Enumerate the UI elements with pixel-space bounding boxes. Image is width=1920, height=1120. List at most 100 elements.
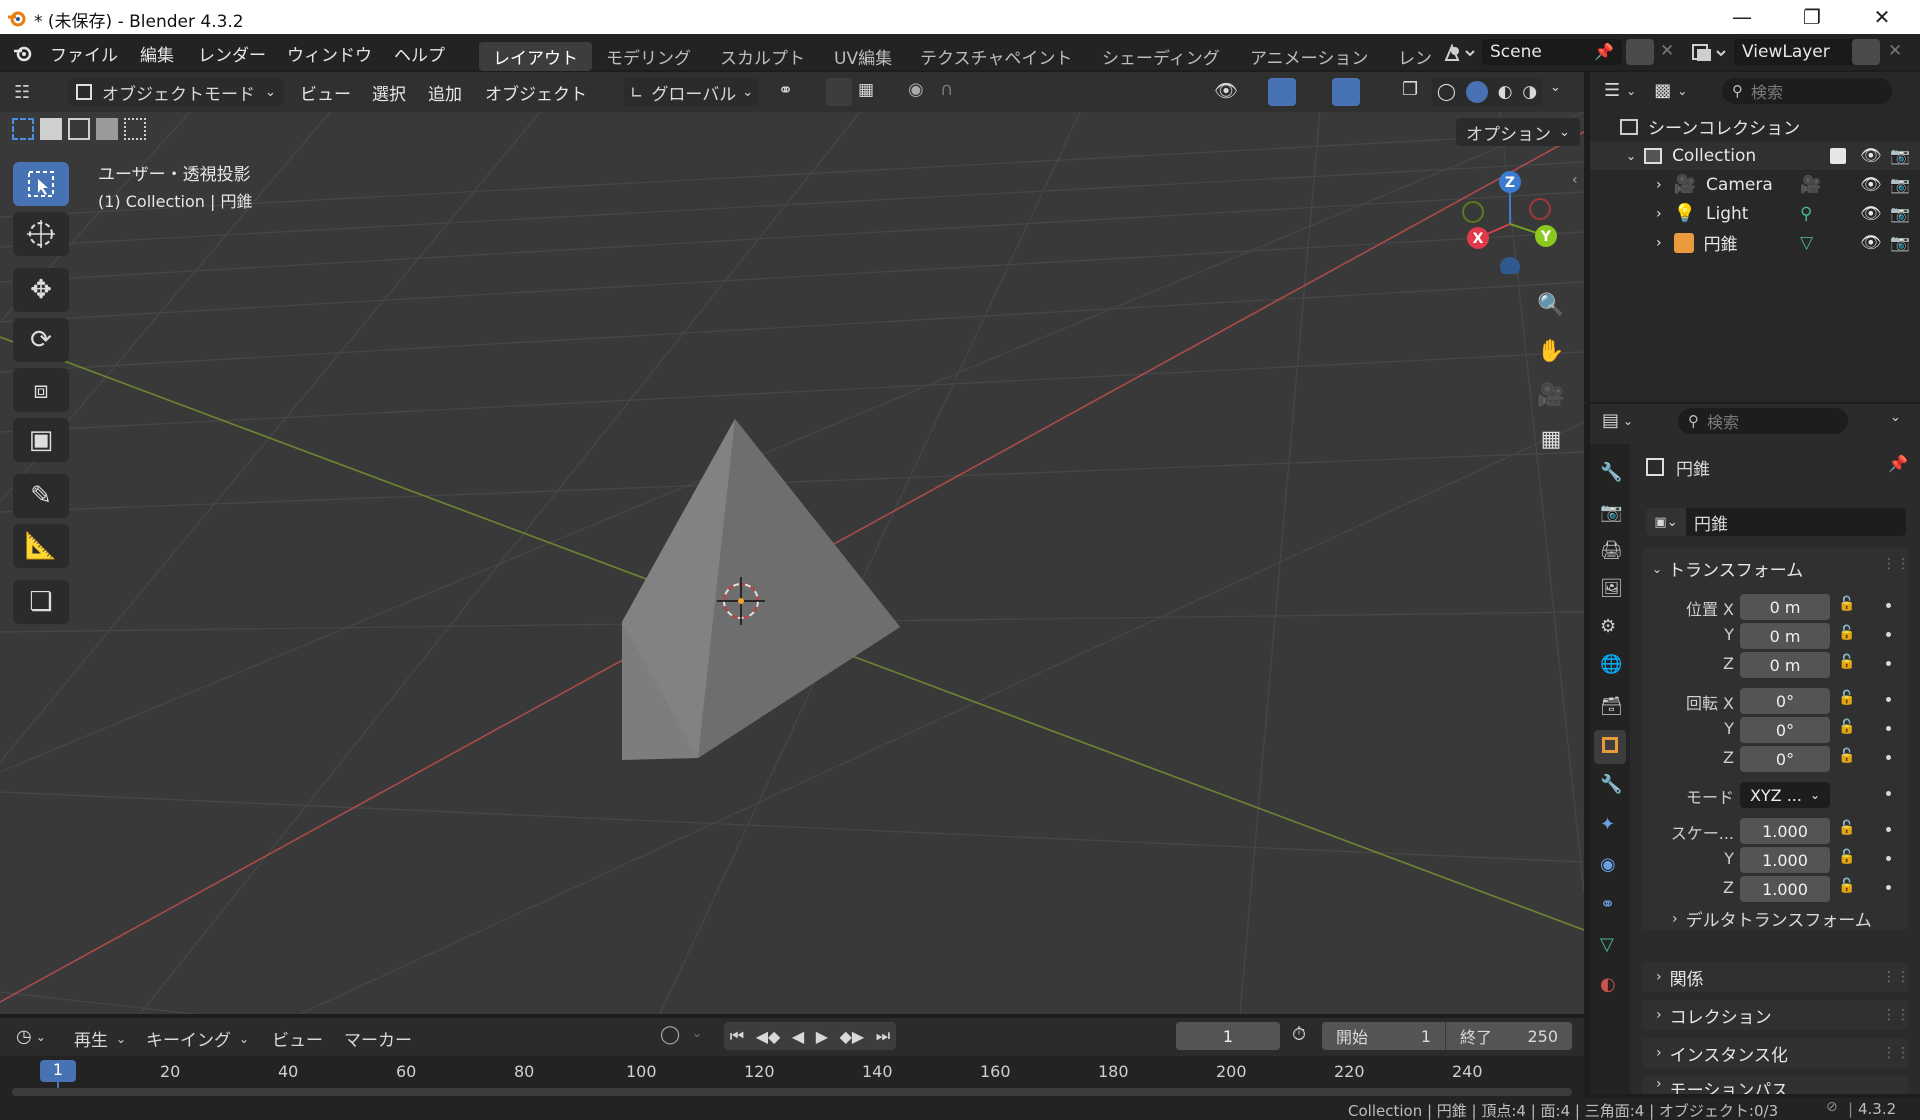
timeline-ruler[interactable]: 1 20 40 60 80 100 120 140 160 180 200 22… [0,1056,1584,1098]
collection-checkbox[interactable] [1830,147,1846,164]
jump-end-icon[interactable]: ⏭ [876,1026,890,1046]
timeline-menu-keying[interactable]: キーイング ⌄ [146,1026,249,1051]
properties-options-chevron-icon[interactable]: ⌄ [1890,410,1901,425]
output-tab-icon[interactable]: 🖨 [1600,540,1623,561]
eye-icon[interactable]: 👁 [1860,204,1882,224]
properties-editor-selector[interactable]: ▤ ⌄ [1602,410,1633,431]
camera-render-icon[interactable]: 📷 [1890,204,1910,223]
object-name-field[interactable]: ▣⌄ 円錐 [1646,508,1906,536]
lock-icon[interactable]: 🔓 [1838,625,1855,641]
visibility-icon[interactable]: 👁 [1214,79,1238,102]
current-frame-field[interactable]: 1 [1176,1022,1280,1050]
jump-start-icon[interactable]: ⏮ [730,1026,744,1046]
lock-icon[interactable]: 🔓 [1838,690,1855,706]
chevron-down-icon[interactable]: ⌄ [692,1026,702,1040]
timeline-menu-view[interactable]: ビュー [272,1026,323,1051]
minimize-button[interactable]: — [1712,0,1772,34]
lock-icon[interactable]: 🔓 [1838,719,1855,735]
play-reverse-icon[interactable]: ◀ [792,1027,804,1046]
xray-icon[interactable]: ❐ [1402,79,1418,100]
delete-scene-icon[interactable]: ✕ [1660,41,1674,61]
options-dropdown[interactable]: オプション ⌄ [1456,118,1580,146]
scene-selector-icon[interactable] [1442,42,1476,64]
blender-menu-icon[interactable] [12,42,34,64]
pan-view-button[interactable]: ✋ [1532,332,1570,370]
next-keyframe-icon[interactable]: ◆▶ [840,1027,865,1046]
eye-icon[interactable]: 👁 [1860,233,1882,253]
overlay-toggle-button[interactable] [1332,78,1360,106]
camera-render-icon[interactable]: 📷 [1890,233,1910,252]
drag-handle-icon[interactable]: ⋮⋮ [1882,969,1910,985]
rendered-shading-icon[interactable]: ◑ [1522,82,1537,102]
rotate-tool[interactable]: ⟳ [13,318,69,362]
start-frame-field[interactable]: 開始 1 [1322,1022,1446,1050]
menu-render[interactable]: レンダー [198,41,266,66]
new-view-layer-button[interactable] [1852,39,1880,65]
lock-icon[interactable]: 🔓 [1838,596,1855,612]
view-layer-tab-icon[interactable]: 🖼 [1600,578,1623,599]
location-y-field[interactable]: 0 m [1740,623,1830,649]
material-shading-icon[interactable]: ◐ [1498,82,1513,102]
scale-z-field[interactable]: 1.000 [1740,876,1830,902]
tab-modeling[interactable]: モデリング [592,42,705,71]
view-layer-name-field[interactable]: ViewLayer [1734,39,1860,65]
tool-tab-icon[interactable]: 🔧 [1600,462,1622,483]
tab-layout[interactable]: レイアウト [479,42,592,71]
delta-transform-subpanel[interactable]: › デルタトランスフォーム [1672,906,1872,932]
keyframe-dot[interactable] [1886,755,1891,760]
menu-help[interactable]: ヘルプ [394,41,445,66]
lock-icon[interactable]: 🔓 [1838,820,1855,836]
object-datablock-icon[interactable]: ▣⌄ [1646,508,1686,536]
view-layer-selector-icon[interactable] [1690,42,1728,64]
keyframe-dot[interactable] [1886,603,1891,608]
rotation-z-field[interactable]: 0° [1740,746,1830,772]
transform-tool[interactable]: ▣ [13,418,69,462]
shading-options-chevron-icon[interactable]: ⌄ [1550,80,1561,95]
chevron-down-icon[interactable]: ⌄ [1626,84,1636,98]
select-box-tool[interactable] [13,162,69,206]
material-tab-icon[interactable]: ◐ [1600,974,1616,995]
tab-shading[interactable]: シェーディング [1088,42,1234,71]
rotation-y-field[interactable]: 0° [1740,717,1830,743]
menu-file[interactable]: ファイル [50,41,118,66]
menu-window[interactable]: ウィンドウ [287,41,372,66]
previous-keyframe-icon[interactable]: ◀◆ [756,1027,781,1046]
mode-dropdown[interactable]: オブジェクトモード ⌄ [68,78,284,106]
solid-shading-icon[interactable] [1465,81,1488,103]
collection-tab-icon[interactable]: 🗃 [1600,696,1623,717]
close-button[interactable]: ✕ [1852,0,1912,34]
viewport-menu-select[interactable]: 選択 [372,80,406,105]
move-tool[interactable]: ✥ [13,268,69,312]
3d-viewport[interactable]: ☷ オブジェクトモード ⌄ ビュー 選択 追加 オブジェクト ∟ グローバル ⌄… [0,72,1584,1014]
timeline-editor-selector[interactable]: ◷ ⌄ [16,1026,46,1047]
select-new-icon[interactable] [12,118,34,140]
stopwatch-icon[interactable]: ⏱ [1292,1024,1306,1045]
keyframe-dot[interactable] [1886,791,1891,796]
outliner-collection-row[interactable]: ⌄ Collection 👁 📷 [1590,141,1920,170]
transform-panel-header[interactable]: ⌄ トランスフォーム [1652,556,1803,581]
outliner-object-row[interactable]: › 🎥 Camera 🎥 👁 📷 [1590,170,1920,199]
outliner-scene-collection[interactable]: シーンコレクション [1590,112,1920,141]
drag-handle-icon[interactable]: ⋮⋮ [1882,556,1910,572]
eye-icon[interactable]: 👁 [1860,175,1882,195]
expand-chevron-icon[interactable]: › [1656,206,1662,222]
modifier-tab-icon[interactable]: 🔧 [1600,774,1622,795]
viewport-menu-view[interactable]: ビュー [300,80,351,105]
lock-icon[interactable]: 🔓 [1838,878,1855,894]
timeline-scrollbar[interactable] [12,1088,1572,1096]
scene-tab-icon[interactable]: ⚙ [1600,616,1616,637]
perspective-toggle-button[interactable]: ▦ [1532,420,1570,458]
keyframe-dot[interactable] [1886,697,1891,702]
falloff-icon[interactable]: ∩ [940,79,953,100]
drag-handle-icon[interactable]: ⋮⋮ [1882,1045,1910,1061]
restore-button[interactable]: ❐ [1782,0,1842,34]
select-intersect-icon[interactable] [124,118,146,140]
editor-type-selector[interactable]: ☷ [14,78,60,106]
keyframe-dot[interactable] [1886,632,1891,637]
outliner-object-row[interactable]: › 💡 Light ⚲ 👁 📷 [1590,199,1920,228]
particles-tab-icon[interactable]: ✦ [1600,814,1615,835]
physics-tab-icon[interactable]: ◉ [1600,854,1616,875]
scale-tool[interactable]: ⧈ [13,368,69,412]
play-icon[interactable]: ▶ [816,1027,828,1046]
drag-handle-icon[interactable]: ⋮⋮ [1882,1007,1910,1023]
